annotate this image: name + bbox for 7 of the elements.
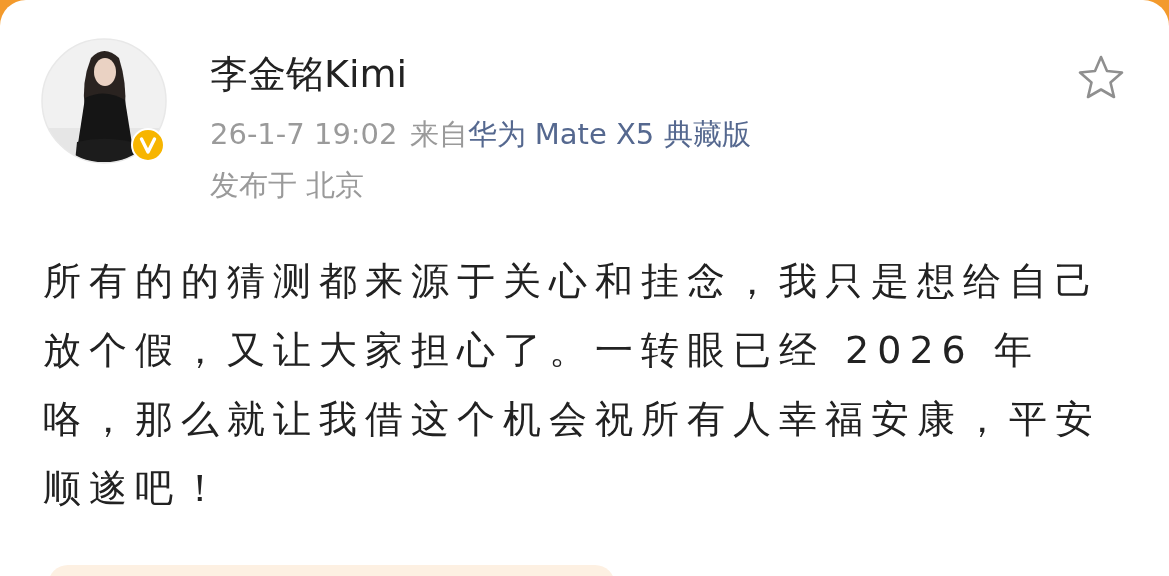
- star-icon[interactable]: [1077, 54, 1125, 100]
- post-location: 发布于 北京: [210, 171, 366, 200]
- post-text: 所有的的猜测都来源于关心和挂念，我只是想给自己放个假，又让大家担心了。一转眼已经 2026 年咯，那么就让我借这个机会祝所有人幸福安康，平安顺遂吧！: [43, 258, 1102, 512]
- device-link[interactable]: 华为 Mate X5 典藏版: [467, 120, 751, 149]
- author-name[interactable]: 李金铭Kimi: [210, 55, 751, 93]
- source-label: 来自: [409, 120, 468, 149]
- post-time: 26-1-7 19:02: [210, 120, 398, 149]
